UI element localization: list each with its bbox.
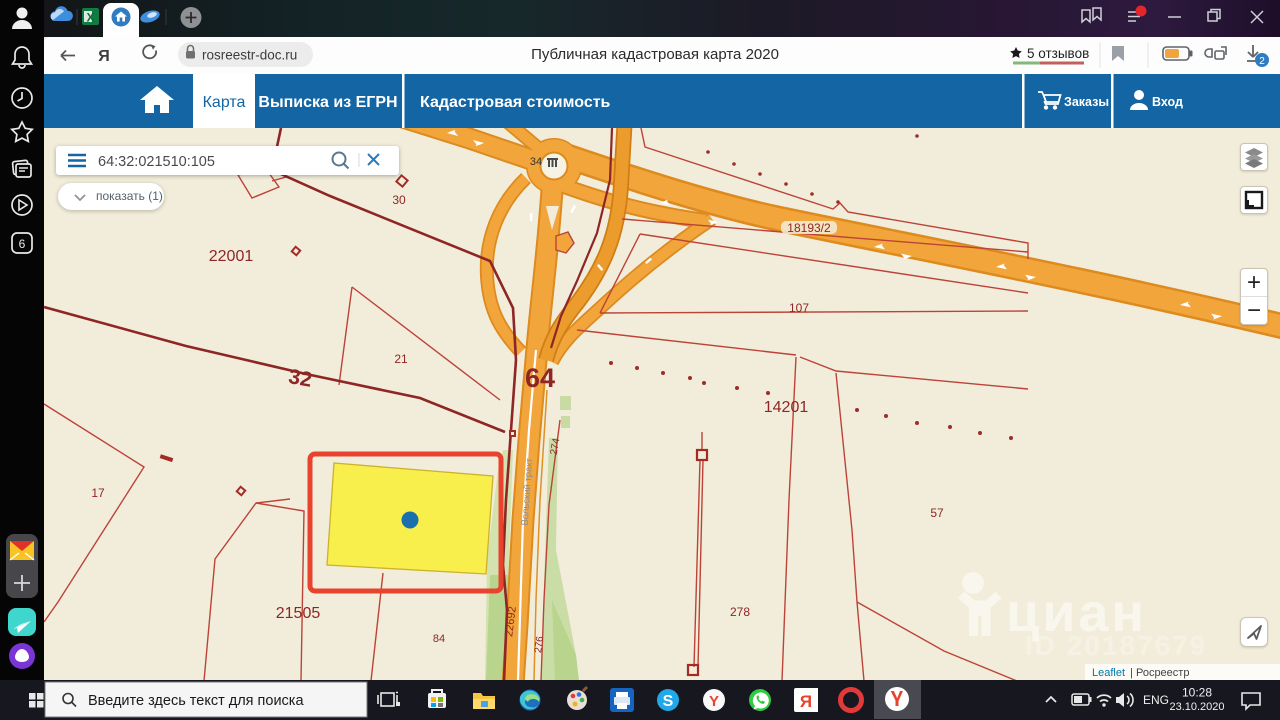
svg-text:17: 17 — [91, 486, 105, 500]
svg-text:ID 20187679: ID 20187679 — [1025, 630, 1207, 661]
svg-text:6: 6 — [19, 237, 26, 251]
svg-text:| Росреестр: | Росреестр — [1127, 667, 1189, 679]
svg-text:57: 57 — [930, 506, 944, 520]
svg-text:Карта: Карта — [203, 94, 246, 111]
svg-text:278: 278 — [730, 605, 750, 619]
svg-text:84: 84 — [433, 633, 445, 645]
svg-text:Заказы: Заказы — [1064, 95, 1109, 109]
svg-text:Я: Я — [800, 692, 812, 711]
svg-text:276: 276 — [533, 635, 546, 653]
svg-text:ENG: ENG — [1143, 693, 1169, 707]
svg-text:S: S — [663, 693, 674, 710]
svg-text:32: 32 — [287, 365, 314, 392]
svg-text:10:28: 10:28 — [1182, 686, 1212, 700]
svg-text:Кадастровая стоимость: Кадастровая стоимость — [420, 94, 611, 111]
svg-text:22001: 22001 — [209, 248, 254, 265]
svg-text:X: X — [86, 11, 94, 25]
svg-text:Leaflet: Leaflet — [1092, 667, 1125, 679]
svg-text:30: 30 — [392, 193, 406, 207]
svg-text:23.10.2020: 23.10.2020 — [1169, 701, 1224, 713]
svg-text:18193/2: 18193/2 — [787, 221, 831, 235]
svg-text:107: 107 — [789, 301, 809, 315]
svg-text:Выписка из ЕГРН: Выписка из ЕГРН — [258, 94, 397, 111]
svg-text:Я: Я — [98, 48, 110, 65]
svg-text:Публичная кадастровая карта 20: Публичная кадастровая карта 2020 — [531, 46, 779, 63]
svg-text:21: 21 — [394, 352, 408, 366]
svg-text:2: 2 — [1259, 56, 1265, 67]
svg-text:64:32:021510:105: 64:32:021510:105 — [98, 154, 215, 170]
svg-text:Вход: Вход — [1152, 95, 1183, 109]
svg-text:rosreestr-doc.ru: rosreestr-doc.ru — [202, 48, 297, 63]
svg-text:64: 64 — [525, 363, 555, 393]
svg-text:5 отзывов: 5 отзывов — [1027, 46, 1089, 61]
svg-text:Введите здесь текст для поиска: Введите здесь текст для поиска — [88, 693, 304, 709]
svg-text:34: 34 — [530, 156, 542, 168]
svg-text:21505: 21505 — [276, 605, 321, 622]
svg-text:Y: Y — [709, 693, 719, 710]
svg-text:14201: 14201 — [764, 399, 809, 416]
